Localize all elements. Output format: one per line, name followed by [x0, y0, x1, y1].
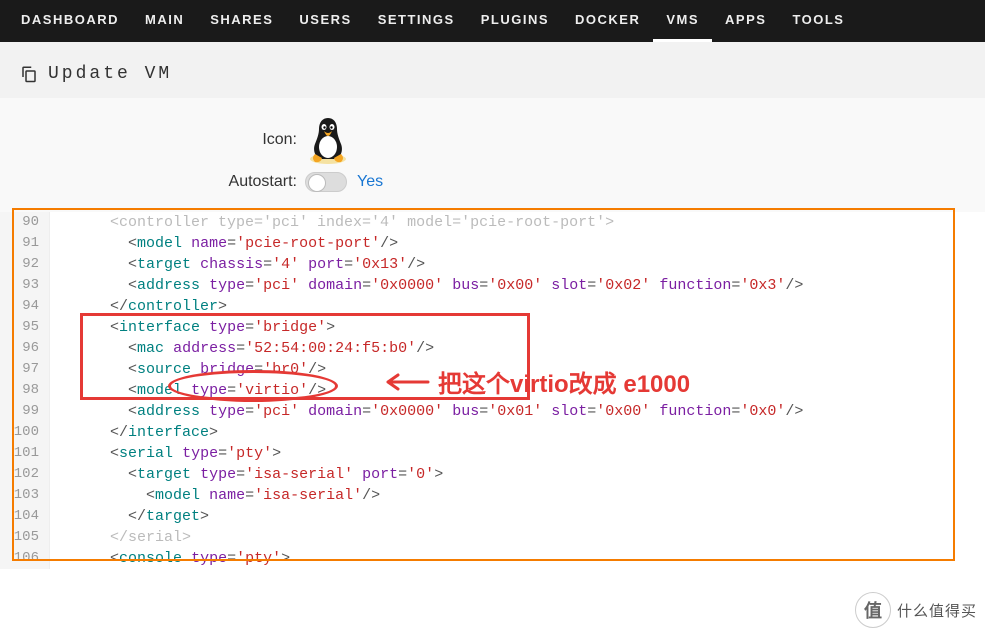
- nav-users[interactable]: USERS: [286, 0, 364, 42]
- watermark-badge: 值: [855, 592, 891, 628]
- code-line: 90 <controller type='pci' index='4' mode…: [0, 212, 985, 233]
- autostart-row: Autostart: Yes: [0, 172, 985, 192]
- code-text: <address type='pci' domain='0x0000' bus=…: [50, 401, 803, 422]
- autostart-value: Yes: [357, 173, 383, 191]
- autostart-label: Autostart:: [0, 173, 305, 191]
- nav-docker[interactable]: DOCKER: [562, 0, 653, 42]
- code-line: 95 <interface type='bridge'>: [0, 317, 985, 338]
- code-text: <target type='isa-serial' port='0'>: [50, 464, 443, 485]
- code-text: </interface>: [50, 422, 218, 443]
- code-text: <mac address='52:54:00:24:f5:b0'/>: [50, 338, 434, 359]
- annotation-text: 把这个virtio改成 e1000: [438, 364, 690, 399]
- code-text: <address type='pci' domain='0x0000' bus=…: [50, 275, 803, 296]
- line-number: 99: [0, 401, 50, 422]
- nav-settings[interactable]: SETTINGS: [365, 0, 468, 42]
- code-line: 104 </target>: [0, 506, 985, 527]
- code-text: <serial type='pty'>: [50, 443, 281, 464]
- line-number: 104: [0, 506, 50, 527]
- icon-row: Icon:: [0, 114, 985, 166]
- code-line: 102 <target type='isa-serial' port='0'>: [0, 464, 985, 485]
- code-area: 把这个virtio改成 e1000 90 <controller type='p…: [0, 212, 985, 569]
- line-number: 101: [0, 443, 50, 464]
- code-line: 94 </controller>: [0, 296, 985, 317]
- code-text: <console type='pty'>: [50, 548, 290, 569]
- code-text: <controller type='pci' index='4' model='…: [50, 212, 614, 233]
- code-line: 103 <model name='isa-serial'/>: [0, 485, 985, 506]
- linux-penguin-icon[interactable]: [305, 114, 351, 166]
- top-navbar: DASHBOARDMAINSHARESUSERSSETTINGSPLUGINSD…: [0, 0, 985, 42]
- code-text: <model type='virtio'/>: [50, 380, 326, 401]
- line-number: 106: [0, 548, 50, 569]
- page-header: Update VM: [0, 42, 985, 98]
- line-number: 94: [0, 296, 50, 317]
- arrow-left-icon: [380, 370, 430, 394]
- line-number: 103: [0, 485, 50, 506]
- nav-main[interactable]: MAIN: [132, 0, 197, 42]
- code-text: <model name='pcie-root-port'/>: [50, 233, 398, 254]
- watermark: 值 什么值得买: [855, 592, 977, 628]
- code-line: 93 <address type='pci' domain='0x0000' b…: [0, 275, 985, 296]
- code-text: <target chassis='4' port='0x13'/>: [50, 254, 425, 275]
- code-line: 106 <console type='pty'>: [0, 548, 985, 569]
- line-number: 92: [0, 254, 50, 275]
- code-line: 100 </interface>: [0, 422, 985, 443]
- line-number: 105: [0, 527, 50, 548]
- nav-vms[interactable]: VMS: [653, 0, 712, 42]
- code-line: 105 </serial>: [0, 527, 985, 548]
- code-text: </controller>: [50, 296, 227, 317]
- annotation: 把这个virtio改成 e1000: [380, 364, 690, 399]
- copy-icon: [20, 64, 38, 84]
- code-line: 96 <mac address='52:54:00:24:f5:b0'/>: [0, 338, 985, 359]
- watermark-text: 什么值得买: [897, 600, 977, 621]
- line-number: 98: [0, 380, 50, 401]
- icon-label: Icon:: [0, 131, 305, 149]
- nav-tools[interactable]: TOOLS: [779, 0, 857, 42]
- code-text: <source bridge='br0'/>: [50, 359, 326, 380]
- code-line: 101 <serial type='pty'>: [0, 443, 985, 464]
- line-number: 90: [0, 212, 50, 233]
- form-area: Icon: Autostart: Yes: [0, 98, 985, 212]
- page-title: Update VM: [48, 64, 172, 84]
- nav-dashboard[interactable]: DASHBOARD: [8, 0, 132, 42]
- code-text: </target>: [50, 506, 209, 527]
- line-number: 97: [0, 359, 50, 380]
- line-number: 102: [0, 464, 50, 485]
- line-number: 93: [0, 275, 50, 296]
- nav-plugins[interactable]: PLUGINS: [468, 0, 562, 42]
- code-text: <interface type='bridge'>: [50, 317, 335, 338]
- line-number: 91: [0, 233, 50, 254]
- autostart-toggle[interactable]: [305, 172, 347, 192]
- line-number: 100: [0, 422, 50, 443]
- code-text: </serial>: [50, 527, 191, 548]
- nav-shares[interactable]: SHARES: [197, 0, 286, 42]
- code-line: 99 <address type='pci' domain='0x0000' b…: [0, 401, 985, 422]
- nav-apps[interactable]: APPS: [712, 0, 779, 42]
- code-line: 91 <model name='pcie-root-port'/>: [0, 233, 985, 254]
- code-line: 92 <target chassis='4' port='0x13'/>: [0, 254, 985, 275]
- line-number: 96: [0, 338, 50, 359]
- line-number: 95: [0, 317, 50, 338]
- code-text: <model name='isa-serial'/>: [50, 485, 380, 506]
